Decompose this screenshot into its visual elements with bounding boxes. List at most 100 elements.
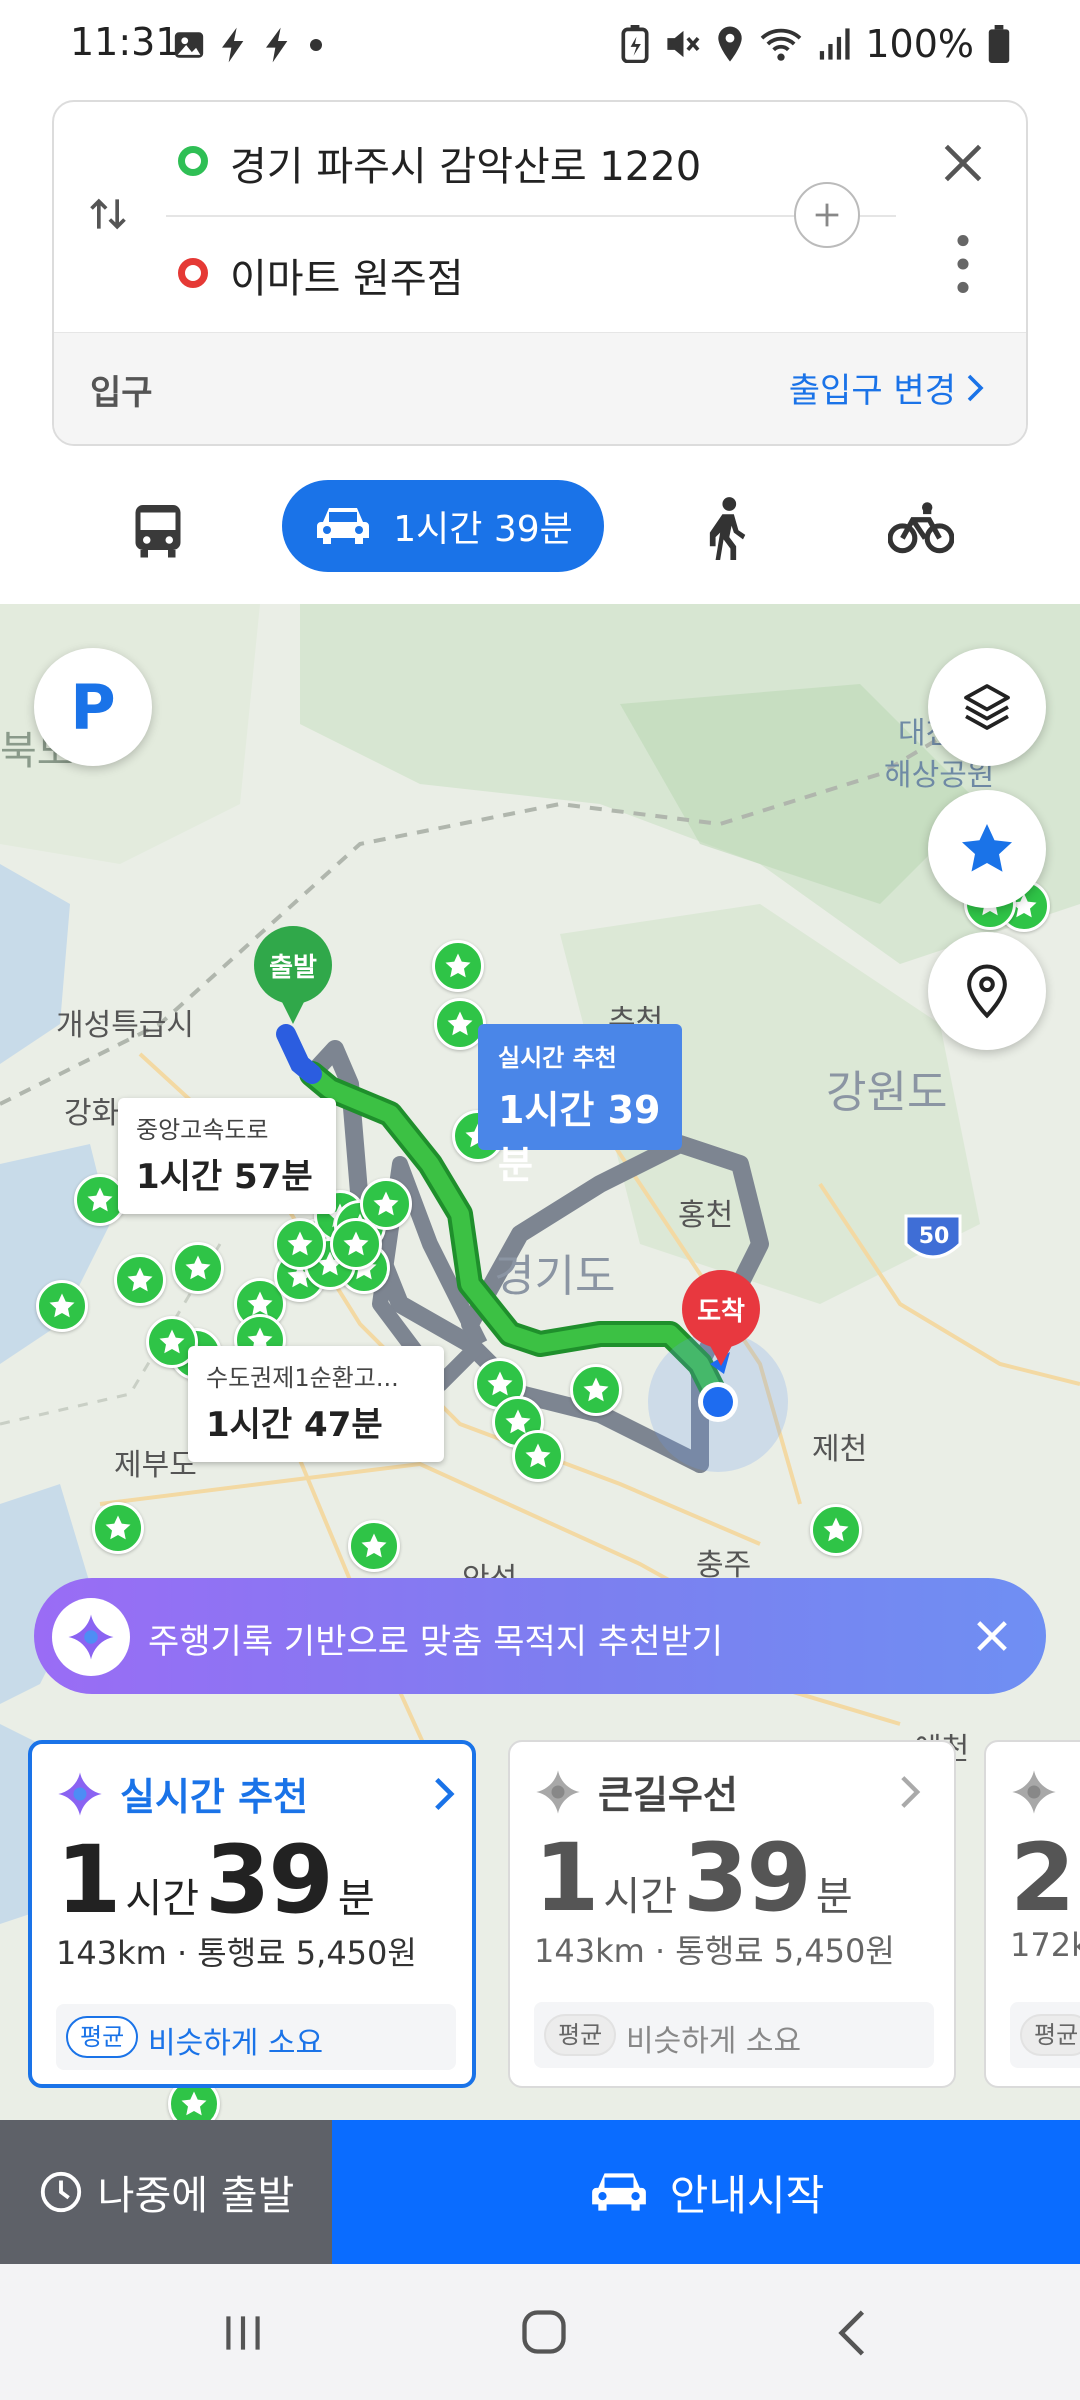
alt-route-tag-1[interactable]: 중앙고속도로 1시간 57분	[118, 1098, 336, 1214]
toll-value: 통행료 5,450원	[675, 1932, 895, 1970]
average-badge: 평균	[544, 2014, 617, 2056]
home-icon[interactable]	[518, 2306, 570, 2358]
gallery-icon	[174, 32, 204, 58]
status-bar: 11:31 100%	[0, 0, 1080, 90]
chevron-right-icon	[967, 374, 984, 401]
route-option-card-realtime[interactable]: 실시간 추천 1 시간39 분 143km · 통행료 5,450원 평균 비슷하게…	[28, 1740, 476, 2088]
location-icon	[718, 26, 743, 62]
start-navigation-button[interactable]: 안내시작	[332, 2120, 1080, 2264]
map-view[interactable]: 개성특급시 강화 추천 강원도 홍천 경기도 제천 충주 안성 제부도 해상공원…	[0, 604, 1080, 2120]
walk-icon[interactable]	[702, 496, 752, 560]
swap-icon[interactable]	[86, 192, 130, 236]
recent-apps-icon[interactable]	[218, 2308, 268, 2358]
dot-icon	[310, 39, 322, 51]
minutes-unit: 분	[337, 1876, 375, 1922]
entrance-footer: 입구 출입구 변경	[54, 332, 1026, 444]
start-marker-pin	[279, 996, 307, 1024]
compare-text: 비슷하게 소요	[626, 2024, 802, 2059]
alt-route-title: 중앙고속도로	[136, 1116, 269, 1144]
divider	[166, 215, 896, 217]
star-icon	[962, 824, 1012, 872]
alt-route-tag-2[interactable]: 수도권제1순환고... 1시간 47분	[188, 1346, 444, 1462]
recommendation-banner[interactable]: 주행기록 기반으로 맞춤 목적지 추천받기	[34, 1578, 1046, 1694]
toll-value: 통행료 5,450원	[197, 1934, 417, 1972]
route-option-title: 큰길우선	[598, 1773, 738, 1817]
realtime-route-time: 1시간 39분	[498, 1088, 661, 1187]
start-navigation-label: 안내시작	[669, 2170, 825, 2220]
sparkle-icon	[536, 1770, 580, 1814]
mute-icon	[667, 30, 700, 58]
route-option-distance: 143km · 통행료 5,450원	[534, 1932, 895, 1970]
back-icon[interactable]	[830, 2308, 874, 2358]
car-icon	[317, 508, 370, 544]
poi-star-icon[interactable]	[114, 1254, 166, 1306]
route-option-card-main-road[interactable]: 큰길우선 1 시간39 분 143km · 통행료 5,450원 평균 비슷하게 소…	[508, 1740, 956, 2088]
banner-text: 주행기록 기반으로 맞춤 목적지 추천받기	[148, 1622, 723, 1662]
car-time-label: 1시간 39분	[393, 509, 573, 550]
route-option-time: 1 시간39 분	[534, 1824, 859, 1933]
alt-route-title: 수도권제1순환고...	[206, 1364, 399, 1392]
traffic-compare-pill: 평균 비슷하게 소요	[534, 2002, 934, 2068]
layers-button[interactable]	[928, 648, 1046, 766]
bus-icon[interactable]	[128, 500, 188, 560]
highway-shield-label: 50	[918, 1224, 950, 1249]
poi-star-icon[interactable]	[512, 1430, 564, 1482]
poi-star-icon[interactable]	[348, 1520, 400, 1572]
compare-text: 비슷하게 소요	[148, 2026, 324, 2061]
map-label: 홍천	[678, 1198, 734, 1233]
poi-star-icon[interactable]	[92, 1502, 144, 1554]
destination-input[interactable]: 이마트 원주점	[230, 246, 464, 304]
realtime-route-tag[interactable]: 실시간 추천 1시간 39분	[478, 1024, 682, 1187]
poi-star-icon[interactable]	[274, 1218, 326, 1270]
tab-car[interactable]: 1시간 39분	[282, 480, 604, 572]
parking-button[interactable]: P	[34, 648, 152, 766]
poi-star-icon[interactable]	[570, 1364, 622, 1416]
layers-icon	[964, 684, 1010, 730]
battery-saver-icon	[621, 25, 649, 63]
close-icon[interactable]	[972, 1616, 1012, 1656]
battery-percent: 100%	[865, 22, 974, 66]
route-search-card: 경기 파주시 감악산로 1220 이마트 원주점 입구 출입구 변경	[52, 100, 1028, 446]
poi-star-icon[interactable]	[330, 1218, 382, 1270]
add-waypoint-button[interactable]	[794, 182, 860, 248]
car-icon	[591, 2173, 646, 2211]
origin-input[interactable]: 경기 파주시 감악산로 1220	[230, 134, 701, 192]
average-badge: 평균	[1020, 2014, 1080, 2056]
route-option-title: 실시간 추천	[120, 1775, 309, 1819]
more-icon[interactable]	[946, 232, 980, 296]
sparkle-icon	[1012, 1770, 1056, 1814]
route-option-card-third[interactable]: 2시 172k 평균	[984, 1740, 1080, 2088]
hours-value: 1	[56, 1826, 121, 1935]
close-icon[interactable]	[938, 138, 988, 188]
poi-star-icon[interactable]	[810, 1504, 862, 1556]
plus-icon	[815, 203, 839, 227]
map-label: 개성특급시	[56, 1008, 194, 1043]
favorites-button[interactable]	[928, 790, 1046, 908]
distance-value: 143km	[534, 1932, 645, 1970]
origin-marker-icon	[178, 146, 208, 176]
signal-icon	[820, 28, 850, 60]
chevron-right-icon	[901, 1776, 921, 1808]
start-marker[interactable]: 출발	[254, 926, 332, 1004]
entrance-label: 입구	[90, 373, 153, 413]
hours-unit: 시간	[603, 1874, 678, 1920]
poi-star-icon[interactable]	[432, 940, 484, 992]
sparkle-icon	[68, 1614, 114, 1660]
traffic-compare-pill: 평균	[1010, 2002, 1080, 2068]
depart-later-button[interactable]: 나중에 출발	[0, 2120, 332, 2264]
system-navigation-bar	[0, 2264, 1080, 2400]
transport-mode-tabs: 1시간 39분	[0, 452, 1080, 602]
change-entrance-link[interactable]: 출입구 변경	[789, 363, 986, 412]
start-marker-label: 출발	[269, 952, 317, 983]
poi-star-icon[interactable]	[36, 1280, 88, 1332]
minutes-value: 39	[683, 1824, 812, 1933]
end-marker[interactable]: 도착	[682, 1270, 760, 1348]
wifi-icon	[761, 28, 802, 61]
map-pin-icon	[967, 964, 1007, 1019]
change-entrance-label: 출입구 변경	[788, 371, 956, 411]
hours-unit: 시간	[125, 1876, 200, 1922]
poi-star-icon[interactable]	[172, 1242, 224, 1294]
minutes-value: 39	[205, 1826, 334, 1935]
bike-icon[interactable]	[888, 500, 954, 556]
place-pin-button[interactable]	[928, 932, 1046, 1050]
